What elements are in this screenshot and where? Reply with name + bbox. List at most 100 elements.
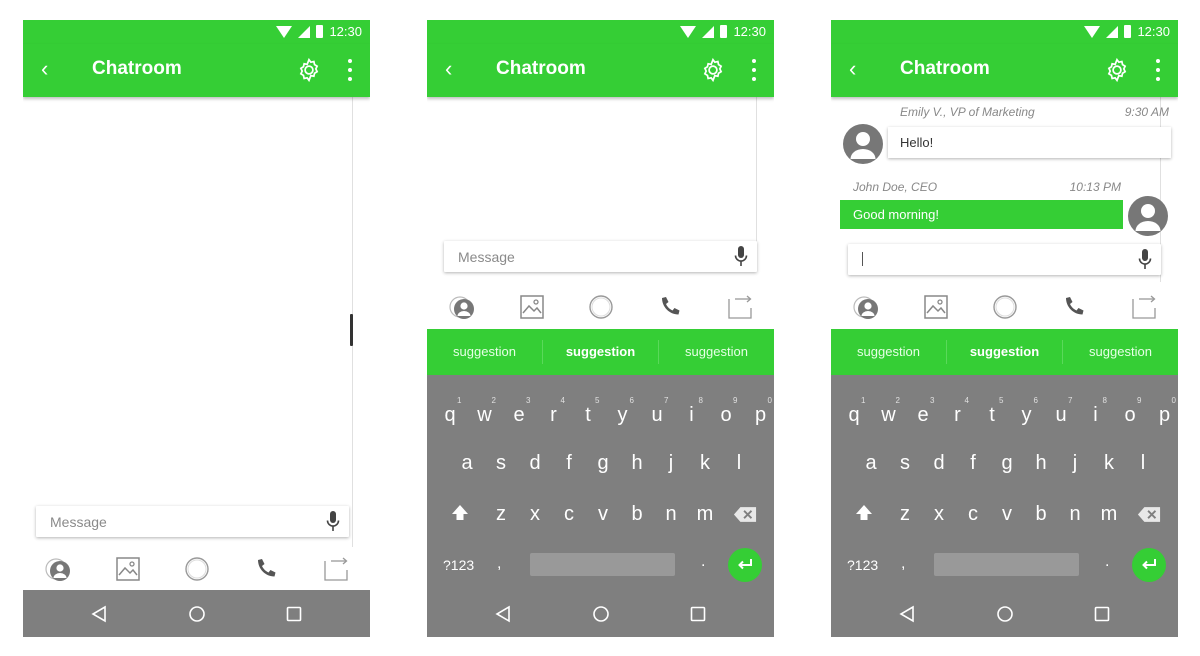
key-v[interactable]: v (995, 502, 1019, 526)
key-i[interactable]: i (680, 403, 704, 427)
key-g[interactable]: g (591, 451, 615, 475)
nav-home-icon[interactable] (591, 604, 611, 624)
key-e[interactable]: e (911, 403, 935, 427)
key-l[interactable]: l (1131, 451, 1155, 475)
forward-icon[interactable] (1131, 294, 1157, 320)
key-p[interactable]: p (749, 403, 773, 427)
comma-key[interactable]: , (901, 555, 905, 573)
key-a[interactable]: a (455, 451, 479, 475)
microphone-icon[interactable] (734, 246, 748, 267)
key-q[interactable]: q (438, 403, 462, 427)
contacts-icon[interactable] (449, 294, 475, 320)
key-r[interactable]: r (946, 403, 970, 427)
avatar[interactable] (1128, 196, 1168, 236)
key-c[interactable]: c (557, 502, 581, 526)
spacebar[interactable] (530, 553, 675, 576)
key-b[interactable]: b (1029, 502, 1053, 526)
key-x[interactable]: x (523, 502, 547, 526)
key-u[interactable]: u (645, 403, 669, 427)
nav-back-icon[interactable] (897, 604, 917, 624)
gear-icon[interactable] (700, 57, 726, 83)
nav-recents-icon[interactable] (688, 604, 708, 624)
key-j[interactable]: j (659, 451, 683, 475)
nav-back-icon[interactable] (493, 604, 513, 624)
key-o[interactable]: o (1118, 403, 1142, 427)
key-y[interactable]: y (611, 403, 635, 427)
overflow-menu-icon[interactable] (1155, 59, 1161, 81)
gear-icon[interactable] (296, 57, 322, 83)
suggestion-center[interactable]: suggestion (947, 329, 1062, 375)
backspace-icon[interactable] (733, 506, 757, 523)
key-t[interactable]: t (980, 403, 1004, 427)
phone-icon[interactable] (253, 556, 279, 582)
circle-icon[interactable] (184, 556, 210, 582)
suggestion-right[interactable]: suggestion (1063, 329, 1178, 375)
nav-recents-icon[interactable] (1092, 604, 1112, 624)
circle-icon[interactable] (992, 294, 1018, 320)
key-s[interactable]: s (893, 451, 917, 475)
key-n[interactable]: n (1063, 502, 1087, 526)
key-n[interactable]: n (659, 502, 683, 526)
key-m[interactable]: m (1097, 502, 1121, 526)
key-c[interactable]: c (961, 502, 985, 526)
message-input[interactable]: Message (36, 506, 349, 537)
nav-recents-icon[interactable] (284, 604, 304, 624)
microphone-icon[interactable] (1138, 249, 1152, 270)
phone-icon[interactable] (657, 294, 683, 320)
overflow-menu-icon[interactable] (751, 59, 757, 81)
key-k[interactable]: k (693, 451, 717, 475)
key-f[interactable]: f (961, 451, 985, 475)
key-a[interactable]: a (859, 451, 883, 475)
image-icon[interactable] (115, 556, 141, 582)
shift-icon[interactable] (450, 503, 470, 523)
key-r[interactable]: r (542, 403, 566, 427)
shift-icon[interactable] (854, 503, 874, 523)
key-w[interactable]: w (473, 403, 497, 427)
key-s[interactable]: s (489, 451, 513, 475)
backspace-icon[interactable] (1137, 506, 1161, 523)
key-x[interactable]: x (927, 502, 951, 526)
symbols-key[interactable]: ?123 (847, 557, 878, 573)
key-q[interactable]: q (842, 403, 866, 427)
circle-icon[interactable] (588, 294, 614, 320)
key-k[interactable]: k (1097, 451, 1121, 475)
key-v[interactable]: v (591, 502, 615, 526)
back-arrow-icon[interactable]: ‹ (445, 56, 452, 82)
key-o[interactable]: o (714, 403, 738, 427)
nav-home-icon[interactable] (995, 604, 1015, 624)
symbols-key[interactable]: ?123 (443, 557, 474, 573)
gear-icon[interactable] (1104, 57, 1130, 83)
avatar[interactable] (843, 124, 883, 164)
period-key[interactable]: . (1105, 553, 1109, 571)
contacts-icon[interactable] (853, 294, 879, 320)
forward-icon[interactable] (323, 556, 349, 582)
overflow-menu-icon[interactable] (347, 59, 353, 81)
key-j[interactable]: j (1063, 451, 1087, 475)
nav-back-icon[interactable] (89, 604, 109, 624)
message-input[interactable]: Message (444, 241, 757, 272)
key-d[interactable]: d (927, 451, 951, 475)
key-u[interactable]: u (1049, 403, 1073, 427)
microphone-icon[interactable] (326, 511, 340, 532)
enter-button[interactable] (1132, 548, 1166, 582)
image-icon[interactable] (923, 294, 949, 320)
message-input[interactable] (848, 244, 1161, 275)
phone-icon[interactable] (1061, 294, 1087, 320)
key-y[interactable]: y (1015, 403, 1039, 427)
back-arrow-icon[interactable]: ‹ (849, 56, 856, 82)
key-z[interactable]: z (489, 502, 513, 526)
contacts-icon[interactable] (45, 556, 71, 582)
suggestion-left[interactable]: suggestion (831, 329, 946, 375)
key-g[interactable]: g (995, 451, 1019, 475)
period-key[interactable]: . (701, 553, 705, 571)
nav-home-icon[interactable] (187, 604, 207, 624)
suggestion-right[interactable]: suggestion (659, 329, 774, 375)
key-l[interactable]: l (727, 451, 751, 475)
key-b[interactable]: b (625, 502, 649, 526)
key-f[interactable]: f (557, 451, 581, 475)
scrollbar-thumb[interactable] (350, 314, 353, 346)
suggestion-center[interactable]: suggestion (543, 329, 658, 375)
key-i[interactable]: i (1084, 403, 1108, 427)
key-p[interactable]: p (1153, 403, 1177, 427)
key-m[interactable]: m (693, 502, 717, 526)
